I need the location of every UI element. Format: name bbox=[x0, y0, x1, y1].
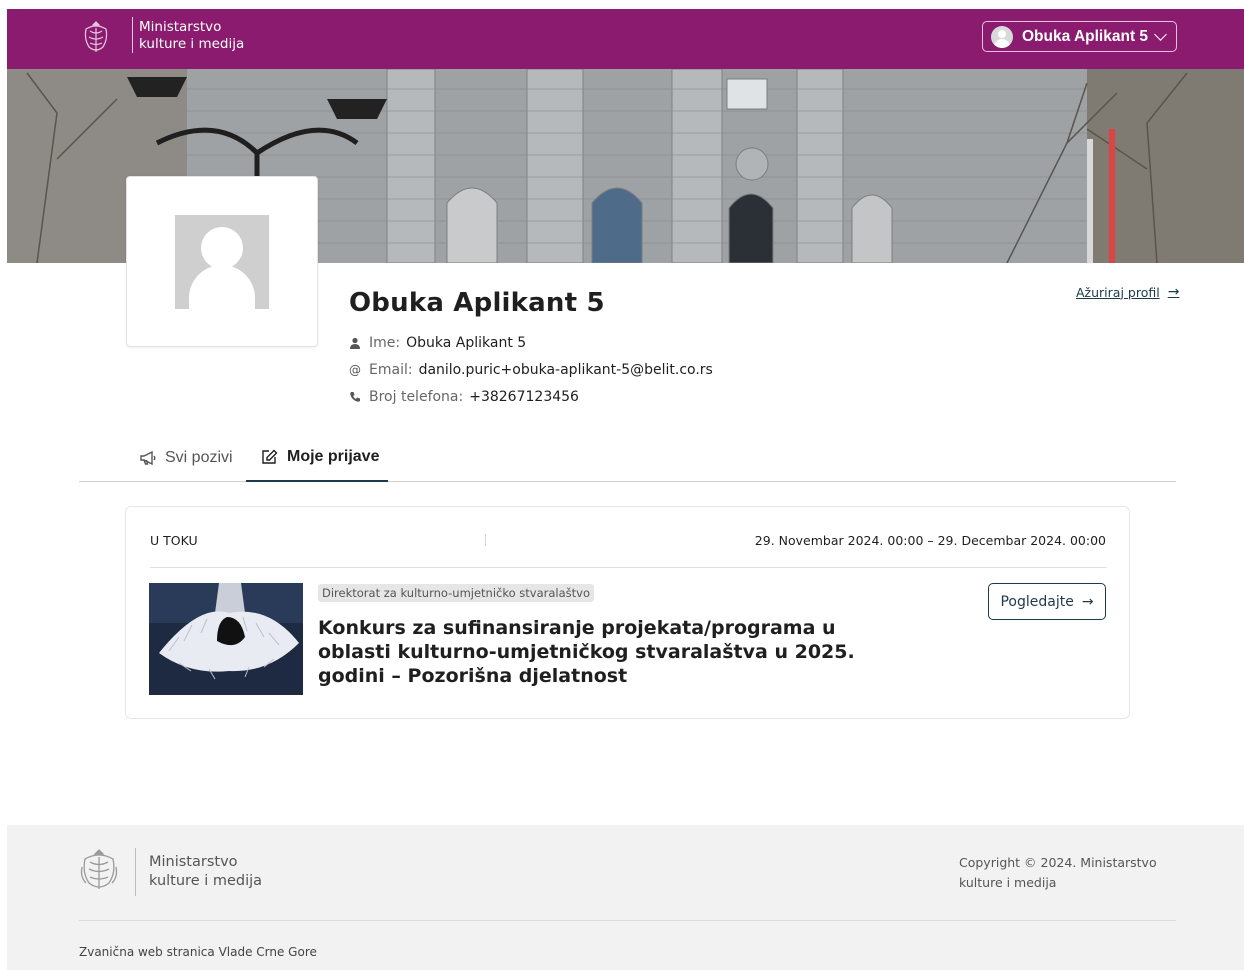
at-icon: @ bbox=[349, 363, 361, 377]
tab-moje-prijave[interactable]: Moje prijave bbox=[246, 433, 388, 482]
copyright-line-1: Copyright © 2024. Ministarstvo bbox=[959, 855, 1157, 870]
profile-name: Obuka Aplikant 5 bbox=[349, 288, 605, 318]
top-navbar: Ministarstvo kulture i medija Obuka Apli… bbox=[7, 9, 1244, 69]
brand-name[interactable]: Ministarstvo kulture i medija bbox=[139, 19, 244, 53]
ime-label: Ime: bbox=[369, 335, 401, 351]
arrow-right-icon: → bbox=[1081, 593, 1094, 610]
footer: Ministarstvo kulture i medija Copyright … bbox=[7, 825, 1244, 970]
chevron-down-icon bbox=[1154, 27, 1167, 41]
status-divider bbox=[485, 534, 486, 546]
ime-value: Obuka Aplikant 5 bbox=[406, 335, 527, 351]
phone-label: Broj telefona: bbox=[369, 389, 464, 405]
copyright-line-2: kulture i medija bbox=[959, 875, 1057, 890]
email-label: Email: bbox=[369, 362, 413, 378]
footer-brand-line-1: Ministarstvo bbox=[149, 854, 238, 870]
email-value: danilo.puric+obuka-aplikant-5@belit.co.r… bbox=[418, 362, 713, 378]
user-menu-button[interactable]: Obuka Aplikant 5 bbox=[982, 21, 1177, 52]
arrow-right-icon: → bbox=[1167, 284, 1180, 300]
phone-icon bbox=[350, 392, 360, 402]
footer-brand-name: Ministarstvo kulture i medija bbox=[149, 853, 262, 891]
user-icon bbox=[350, 337, 360, 349]
profile-tabs: Svi pozivi Moje prijave bbox=[79, 433, 1176, 482]
official-site-link[interactable]: Zvanična web stranica Vlade Crne Gore bbox=[79, 945, 317, 959]
coat-of-arms-icon[interactable] bbox=[81, 19, 111, 57]
coat-of-arms-icon[interactable] bbox=[79, 847, 119, 897]
user-avatar-icon bbox=[991, 25, 1013, 48]
profile-phone-row: Broj telefona: +38267123456 bbox=[349, 389, 579, 405]
profile-name-row: Ime: Obuka Aplikant 5 bbox=[349, 335, 526, 351]
tab-svi-pozivi-label: Svi pozivi bbox=[165, 448, 233, 466]
profile-picture-card bbox=[126, 176, 318, 347]
view-application-button[interactable]: Pogledajte → bbox=[988, 583, 1106, 620]
card-divider bbox=[150, 567, 1107, 568]
status-badge: U TOKU bbox=[150, 533, 198, 548]
view-button-label: Pogledajte bbox=[1000, 593, 1074, 610]
brand-divider bbox=[132, 17, 133, 53]
ballet-photo bbox=[149, 583, 303, 695]
phone-value: +38267123456 bbox=[469, 389, 579, 405]
update-profile-link[interactable]: Ažuriraj profil → bbox=[1076, 284, 1179, 300]
tab-svi-pozivi[interactable]: Svi pozivi bbox=[139, 433, 233, 482]
update-profile-label: Ažuriraj profil bbox=[1076, 284, 1160, 300]
application-title[interactable]: Konkurs za sufinansiranje projekata/prog… bbox=[318, 616, 878, 688]
brand-line-2: kulture i medija bbox=[139, 36, 245, 52]
application-thumbnail[interactable] bbox=[149, 583, 303, 695]
application-dates: 29. Novembar 2024. 00:00 – 29. Decembar … bbox=[754, 533, 1106, 548]
tab-moje-prijave-label: Moje prijave bbox=[287, 447, 380, 465]
profile-placeholder-icon bbox=[175, 215, 269, 309]
edit-icon bbox=[262, 449, 278, 464]
application-card: U TOKU 29. Novembar 2024. 00:00 – 29. De… bbox=[125, 506, 1130, 719]
footer-divider bbox=[79, 920, 1176, 921]
footer-brand-line-2: kulture i medija bbox=[149, 873, 263, 889]
footer-brand-divider bbox=[135, 848, 136, 896]
brand-line-1: Ministarstvo bbox=[139, 19, 222, 35]
directorate-tag: Direktorat za kulturno-umjetničko stvara… bbox=[318, 584, 595, 602]
copyright-text: Copyright © 2024. Ministarstvo kulture i… bbox=[959, 853, 1159, 893]
megaphone-icon bbox=[140, 450, 156, 465]
user-menu-name: Obuka Aplikant 5 bbox=[1022, 27, 1149, 45]
profile-email-row: @ Email: danilo.puric+obuka-aplikant-5@b… bbox=[349, 362, 713, 378]
